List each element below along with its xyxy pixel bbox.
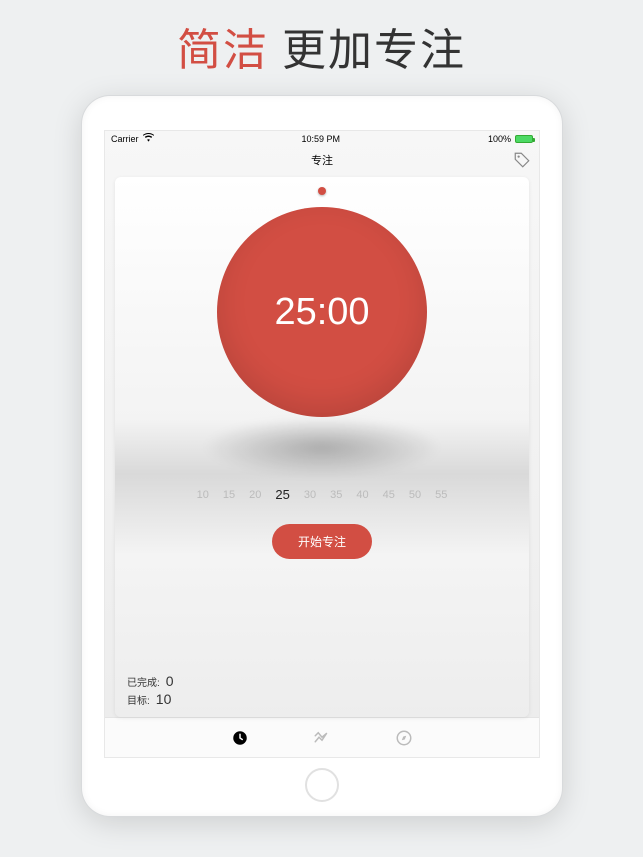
timer-display: 25:00 [274,291,369,334]
focus-card: 25:00 10 15 20 25 30 35 40 45 50 55 开始专注 已完成: 0 目… [115,177,529,717]
start-button[interactable]: 开始专注 [272,524,372,559]
chart-icon [313,729,331,747]
compass-icon [395,729,413,747]
ruler-tick[interactable]: 30 [304,489,316,501]
goal-label: 目标: [127,692,150,707]
nav-bar: 专注 [105,147,539,173]
goal-value: 10 [156,691,172,707]
completed-value: 0 [166,673,174,689]
tab-timer[interactable] [231,729,249,747]
wifi-icon [143,133,154,145]
marketing-headline: 简洁 更加专注 [0,14,643,78]
clock-label: 10:59 PM [301,134,340,144]
battery-icon [515,135,533,143]
timer-circle[interactable]: 25:00 [217,207,427,417]
tab-bar [105,717,539,757]
ruler-tick[interactable]: 20 [249,489,261,501]
ruler-tick[interactable]: 45 [383,489,395,501]
duration-ruler[interactable]: 10 15 20 25 30 35 40 45 50 55 [197,487,448,502]
clock-icon [231,729,249,747]
tab-explore[interactable] [395,729,413,747]
timer-shadow [202,417,442,477]
ruler-tick[interactable]: 50 [409,489,421,501]
ruler-tick[interactable]: 55 [435,489,447,501]
ruler-tick[interactable]: 10 [197,489,209,501]
tag-icon [513,151,531,169]
status-bar: Carrier 10:59 PM 100% [105,131,539,147]
headline-part2: 更加专注 [282,26,466,75]
home-button[interactable] [305,768,339,802]
tag-button[interactable] [513,151,531,169]
battery-pct: 100% [488,134,511,144]
tab-stats[interactable] [313,729,331,747]
pin-dot-icon [318,187,326,195]
carrier-label: Carrier [111,134,139,144]
headline-part1: 简洁 [177,26,269,75]
device-screen: Carrier 10:59 PM 100% 专注 [104,130,540,758]
ruler-tick[interactable]: 15 [223,489,235,501]
ruler-tick[interactable]: 40 [356,489,368,501]
ruler-tick[interactable]: 35 [330,489,342,501]
page-title: 专注 [311,152,333,168]
stats-block: 已完成: 0 目标: 10 [127,671,174,707]
ruler-tick[interactable]: 25 [275,487,289,502]
tablet-frame: Carrier 10:59 PM 100% 专注 [82,96,562,816]
completed-label: 已完成: [127,674,160,689]
timer-wrap: 25:00 [217,207,427,417]
